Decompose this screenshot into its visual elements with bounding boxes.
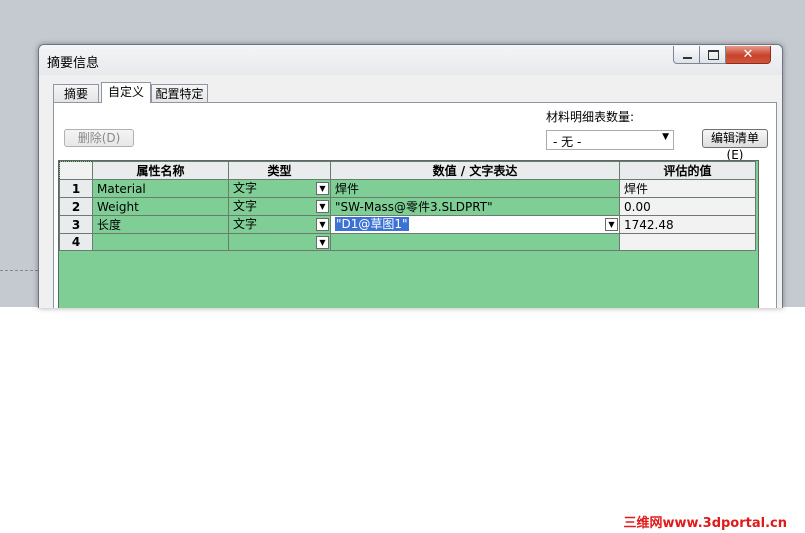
site-watermark: 三维网www.3dportal.cn (623, 516, 787, 531)
table-row: 3 长度 文字 ▼ "D1@草图1" ▼ 1742.48 (59, 215, 756, 234)
property-name-cell[interactable]: Material (92, 179, 229, 198)
minimize-icon (683, 57, 692, 59)
type-cell[interactable]: ▼ (228, 233, 331, 251)
properties-table: 属性名称 类型 数值 / 文字表达 评估的值 1 Material 文字 ▼ 焊件… (59, 161, 756, 251)
minimize-button[interactable] (673, 46, 700, 64)
property-name-cell[interactable]: Weight (92, 197, 229, 216)
window-title: 摘要信息 (47, 56, 100, 71)
dropdown-arrow-icon[interactable]: ▼ (316, 200, 329, 213)
evaluated-value-cell: 0.00 (619, 197, 756, 216)
column-header-type[interactable]: 类型 (228, 161, 331, 180)
column-header-value-expression[interactable]: 数值 / 文字表达 (330, 161, 620, 180)
value-expression-cell[interactable]: 焊件 (330, 179, 620, 198)
title-bar[interactable]: 摘要信息 ✕ (39, 45, 782, 75)
property-name-cell[interactable] (92, 233, 229, 251)
table-row: 4 ▼ (59, 233, 756, 251)
column-header-evaluated-value[interactable]: 评估的值 (619, 161, 756, 180)
summary-info-dialog: 摘要信息 ✕ 摘要 自定义 配置特定 删除(D) 材料明细表数量: - 无 - … (38, 44, 783, 308)
type-cell[interactable]: 文字 ▼ (228, 215, 331, 234)
property-name-cell[interactable]: 长度 (92, 215, 229, 234)
type-value: 文字 (233, 199, 258, 213)
properties-grid: 属性名称 类型 数值 / 文字表达 评估的值 1 Material 文字 ▼ 焊件… (58, 160, 759, 308)
delete-button[interactable]: 删除(D) (64, 129, 134, 147)
type-cell[interactable]: 文字 ▼ (228, 197, 331, 216)
row-number[interactable]: 2 (59, 197, 93, 216)
row-number[interactable]: 3 (59, 215, 93, 234)
chevron-down-icon: ▼ (662, 132, 669, 142)
row-number[interactable]: 4 (59, 233, 93, 251)
dropdown-arrow-icon[interactable]: ▼ (605, 218, 618, 231)
selected-expression-text[interactable]: "D1@草图1" (335, 217, 409, 231)
table-header-row: 属性名称 类型 数值 / 文字表达 评估的值 (59, 161, 756, 180)
maximize-button[interactable] (700, 46, 726, 64)
tab-custom[interactable]: 自定义 (101, 82, 151, 103)
tab-config-specific[interactable]: 配置特定 (151, 84, 208, 102)
tab-summary[interactable]: 摘要 (53, 84, 99, 102)
evaluated-value-cell: 1742.48 (619, 215, 756, 234)
table-row: 1 Material 文字 ▼ 焊件 焊件 (59, 179, 756, 198)
maximize-icon (708, 50, 719, 60)
bom-quantity-value: - 无 - (553, 135, 582, 149)
background-dashed-line (0, 270, 38, 271)
value-expression-cell[interactable]: "D1@草图1" ▼ (330, 215, 620, 234)
value-expression-cell[interactable]: "SW-Mass@零件3.SLDPRT" (330, 197, 620, 216)
close-icon: ✕ (742, 47, 754, 62)
table-row: 2 Weight 文字 ▼ "SW-Mass@零件3.SLDPRT" 0.00 (59, 197, 756, 216)
dropdown-arrow-icon[interactable]: ▼ (316, 235, 329, 249)
type-cell[interactable]: 文字 ▼ (228, 179, 331, 198)
evaluated-value-cell (619, 233, 756, 251)
select-all-corner[interactable] (59, 161, 93, 180)
row-number[interactable]: 1 (59, 179, 93, 198)
column-header-property-name[interactable]: 属性名称 (92, 161, 229, 180)
dropdown-arrow-icon[interactable]: ▼ (316, 182, 329, 195)
dropdown-arrow-icon[interactable]: ▼ (316, 218, 329, 231)
edit-list-button[interactable]: 编辑清单(E) (702, 129, 768, 162)
bom-quantity-label: 材料明细表数量: (546, 110, 635, 124)
close-button[interactable]: ✕ (726, 46, 771, 64)
value-expression-cell[interactable] (330, 233, 620, 251)
type-value: 文字 (233, 217, 258, 231)
type-value: 文字 (233, 181, 258, 195)
evaluated-value-cell: 焊件 (619, 179, 756, 198)
bom-quantity-select[interactable]: - 无 - ▼ (546, 130, 674, 150)
custom-tab-panel: 删除(D) 材料明细表数量: - 无 - ▼ 编辑清单(E) 属性名称 类型 数… (53, 102, 777, 308)
